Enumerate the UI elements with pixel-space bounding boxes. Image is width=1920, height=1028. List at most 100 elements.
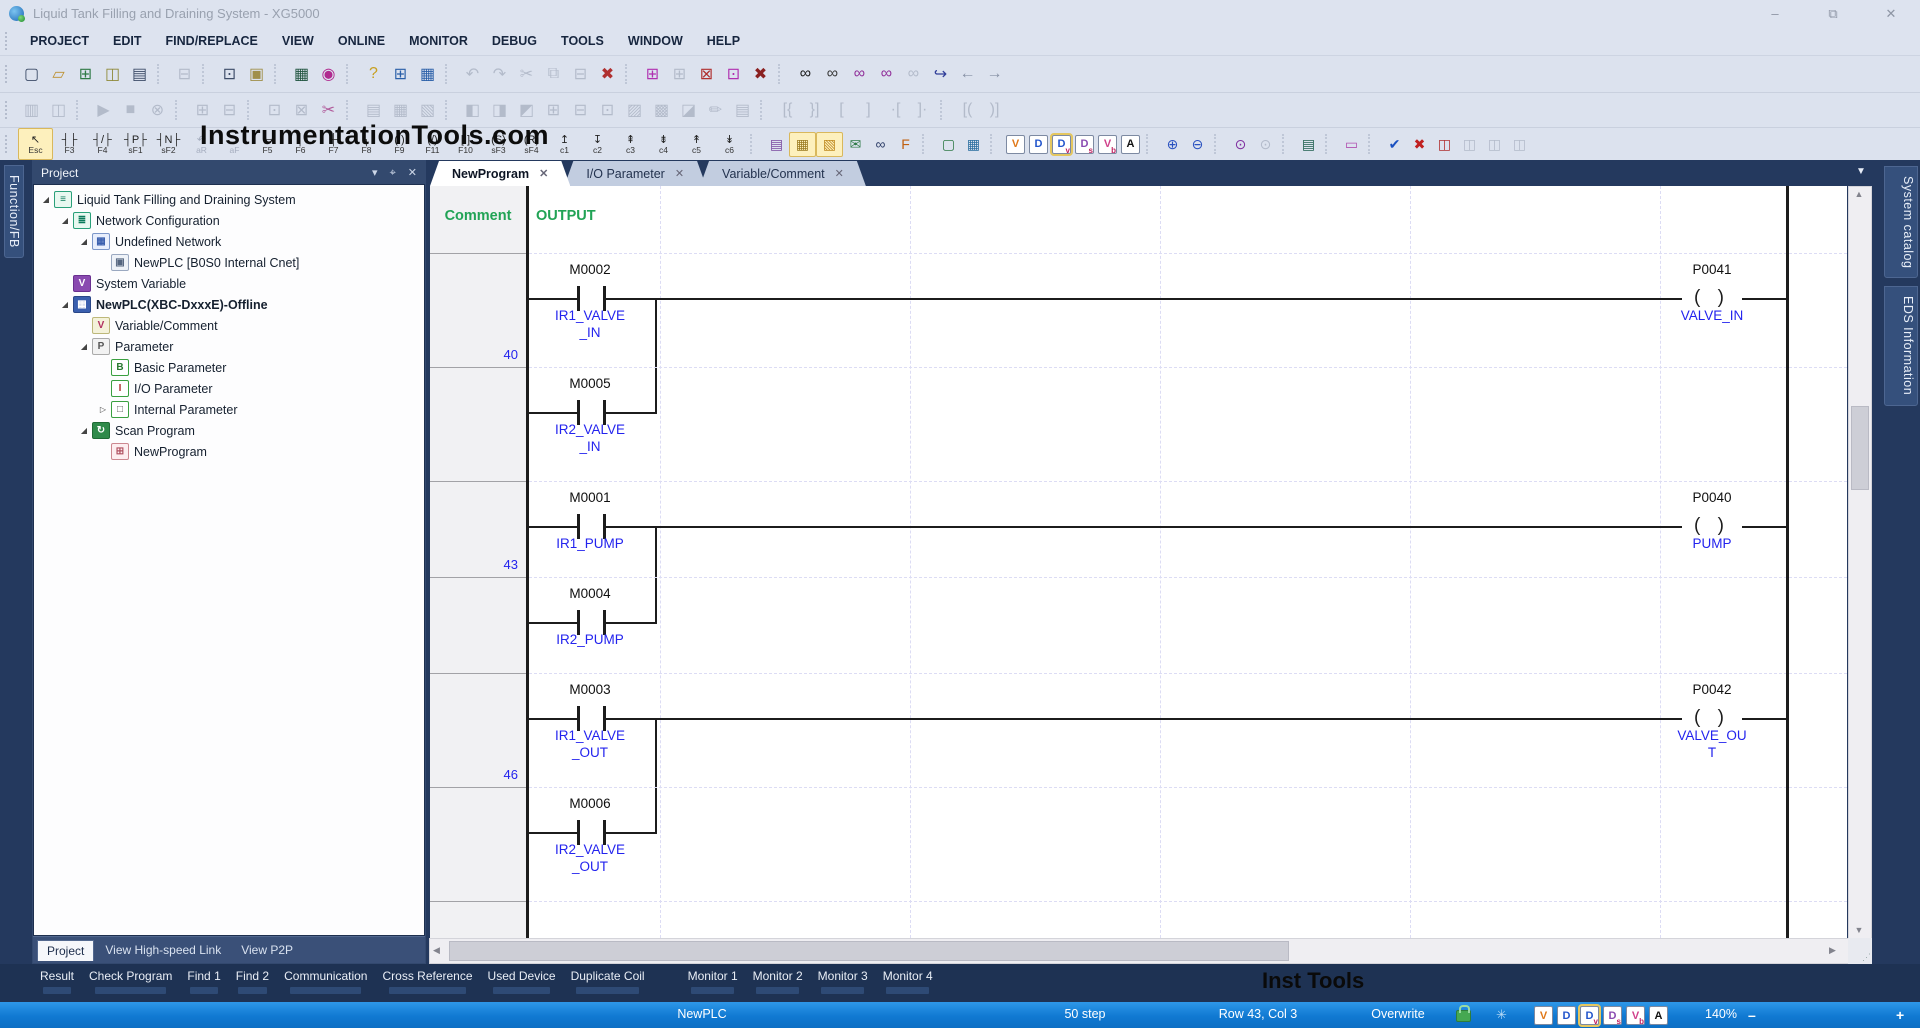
minimize-button[interactable]: – [1746,1,1804,27]
program-folder-icon[interactable]: ▦ [789,131,816,157]
horizontal-scrollbar[interactable]: ◀ ▶ [429,938,1850,964]
expanded-arrow-icon[interactable]: ◢ [78,237,90,246]
function-fb-side-tab[interactable]: Function/FB [4,165,24,258]
status-view-device-comment[interactable]: Ds [1603,1006,1622,1026]
auto-hide-pin-icon[interactable]: ⌖ [390,167,396,179]
scrollbar-corner-grip[interactable]: ⋰ [1848,938,1872,964]
delete-line-icon[interactable]: ⊠ [693,61,720,87]
renumber-icon[interactable]: ↪ [927,61,954,87]
tree-item-newprogram[interactable]: ⊞ NewProgram [34,441,424,462]
negative-pulse-coil-key[interactable]: ↡ c6 [713,129,746,159]
tab-close-icon[interactable]: ✕ [539,167,548,180]
scroll-up-icon[interactable]: ▲ [1849,189,1869,199]
insert-cell-icon[interactable]: ⊞ [639,61,666,87]
menu-view[interactable]: VIEW [270,27,326,55]
close-project-icon[interactable]: ⊞ [72,61,99,87]
menu-tools[interactable]: TOOLS [549,27,616,55]
tree-item-undefined-network[interactable]: ◢ ▦ Undefined Network [34,231,424,252]
open-contact-key[interactable]: ┤├ F3 [53,129,86,159]
ssl-badge-icon[interactable]: ▦ [414,61,441,87]
expanded-arrow-icon[interactable]: ◢ [78,426,90,435]
insert-line-icon[interactable]: ⊡ [720,61,747,87]
status-edit-mode[interactable]: Overwrite [1358,1007,1438,1021]
tree-item-system-variable[interactable]: V System Variable [34,273,424,294]
expanded-arrow-icon[interactable]: ◢ [59,216,71,225]
ladder-editor-canvas[interactable]: Comment OUTPUT M0002 IR1_VALVE _IN M0005 IR2_V… [430,186,1847,938]
tree-item-newplc-b0s0-internal-cnet[interactable]: ▣ NewPLC [B0S0 Internal Cnet] [34,252,424,273]
rising-pulse-coil-key[interactable]: ⇞ c3 [614,129,647,159]
close-panel-icon[interactable]: ✕ [408,167,417,179]
save-project-icon[interactable]: ◫ [99,61,126,87]
tree-item-variable-comment[interactable]: V Variable/Comment [34,315,424,336]
menu-window[interactable]: WINDOW [616,27,695,55]
window-position-icon[interactable]: ▾ [372,167,378,179]
falling-pulse-key[interactable]: ↧ c2 [581,129,614,159]
tree-item-scan-program[interactable]: ◢ ↻ Scan Program [34,420,424,441]
zoom-out-button[interactable]: – [1748,1007,1756,1023]
status-view-all[interactable]: A [1649,1006,1668,1025]
tree-item-parameter[interactable]: ◢ P Parameter [34,336,424,357]
rising-pulse-key[interactable]: ↥ c1 [548,129,581,159]
negative-contact-key[interactable]: ┤N├ sF2 [152,129,185,159]
status-view-variable[interactable]: V [1534,1006,1553,1025]
data-trace-icon[interactable]: ◉ [315,61,342,87]
scroll-down-icon[interactable]: ▼ [1849,925,1869,935]
view-device-comment[interactable]: Ds [1075,134,1094,155]
tree-item-network-configuration[interactable]: ◢ ≣ Network Configuration [34,210,424,231]
toolbar-drag-handle[interactable] [5,65,12,83]
status-view-device-variable[interactable]: Dv [1578,1004,1601,1027]
go-forward-icon[interactable]: → [981,61,1008,87]
status-view-device[interactable]: D [1557,1006,1576,1025]
zoom-in-icon[interactable]: ⊕ [1160,133,1185,156]
project-doc-icon[interactable]: ⊞ [387,61,414,87]
find-device-icon[interactable]: ∞ [792,61,819,87]
menu-monitor[interactable]: MONITOR [397,27,480,55]
message-view-icon[interactable]: ✉ [843,133,868,156]
toolbar-drag-handle[interactable] [5,135,12,153]
expanded-arrow-icon[interactable]: ◢ [40,195,52,204]
function-badge-icon[interactable]: F [893,133,918,156]
tab-close-icon[interactable]: ✕ [675,167,684,180]
replace-icon[interactable]: ∞ [873,61,900,87]
status-view-variable-comment[interactable]: Vb [1626,1006,1645,1026]
tree-item-basic-parameter[interactable]: B Basic Parameter [34,357,424,378]
document-tab-variable-comment[interactable]: Variable/Comment ✕ [700,161,866,186]
device-view-doc-icon[interactable]: ▤ [1296,133,1321,156]
print-icon[interactable]: ▤ [126,61,153,87]
used-device-book-icon[interactable]: ◫ [1432,133,1457,156]
horizontal-scroll-thumb[interactable] [449,941,1289,961]
view-all[interactable]: A [1121,134,1140,154]
help-icon[interactable]: ? [360,61,387,87]
collapsed-arrow-icon[interactable]: ▷ [97,405,109,414]
delete-cell-icon[interactable]: ✖ [747,61,774,87]
view-variable-comment[interactable]: Vb [1098,134,1117,155]
variable-comment-doc-icon[interactable]: ▤ [764,133,789,156]
panel-tab-project[interactable]: Project [37,939,95,961]
esc-select-key[interactable]: ↖ Esc [18,128,53,160]
toolbar-drag-handle[interactable] [5,101,12,119]
check-program-error-icon[interactable]: ✖ [1407,133,1432,156]
close-button[interactable]: ✕ [1862,1,1920,27]
side-tab-system-catalog[interactable]: System catalog [1884,166,1918,279]
go-back-icon[interactable]: ← [954,61,981,87]
zoom-in-button[interactable]: + [1896,1007,1904,1023]
positive-contact-key[interactable]: ┤P├ sF1 [119,129,152,159]
menu-help[interactable]: HELP [695,27,752,55]
document-tab-newprogram[interactable]: NewProgram ✕ [430,161,570,186]
expanded-arrow-icon[interactable]: ◢ [59,300,71,309]
new-document-icon[interactable]: ▢ [18,61,45,87]
menu-online[interactable]: ONLINE [326,27,397,55]
menu-edit[interactable]: EDIT [101,27,153,55]
menu-project[interactable]: PROJECT [18,27,101,55]
vertical-scroll-thumb[interactable] [1851,406,1869,490]
falling-pulse-coil-key[interactable]: ⇟ c4 [647,129,680,159]
panel-tab-view-high-speed-link[interactable]: View High-speed Link [96,940,230,960]
tree-item-liquid-tank-filling-and-draining-system[interactable]: ◢ ≡ Liquid Tank Filling and Draining Syste… [34,189,424,210]
side-tab-eds-information[interactable]: EDS Information [1884,286,1918,406]
view-device[interactable]: D [1029,134,1048,154]
menu-find-replace[interactable]: FIND/REPLACE [154,27,270,55]
picture-folder-icon[interactable]: ▧ [816,131,843,157]
menu-debug[interactable]: DEBUG [480,27,549,55]
watch-view-icon[interactable]: ∞ [868,133,893,156]
check-program-ok-icon[interactable]: ✔ [1382,133,1407,156]
